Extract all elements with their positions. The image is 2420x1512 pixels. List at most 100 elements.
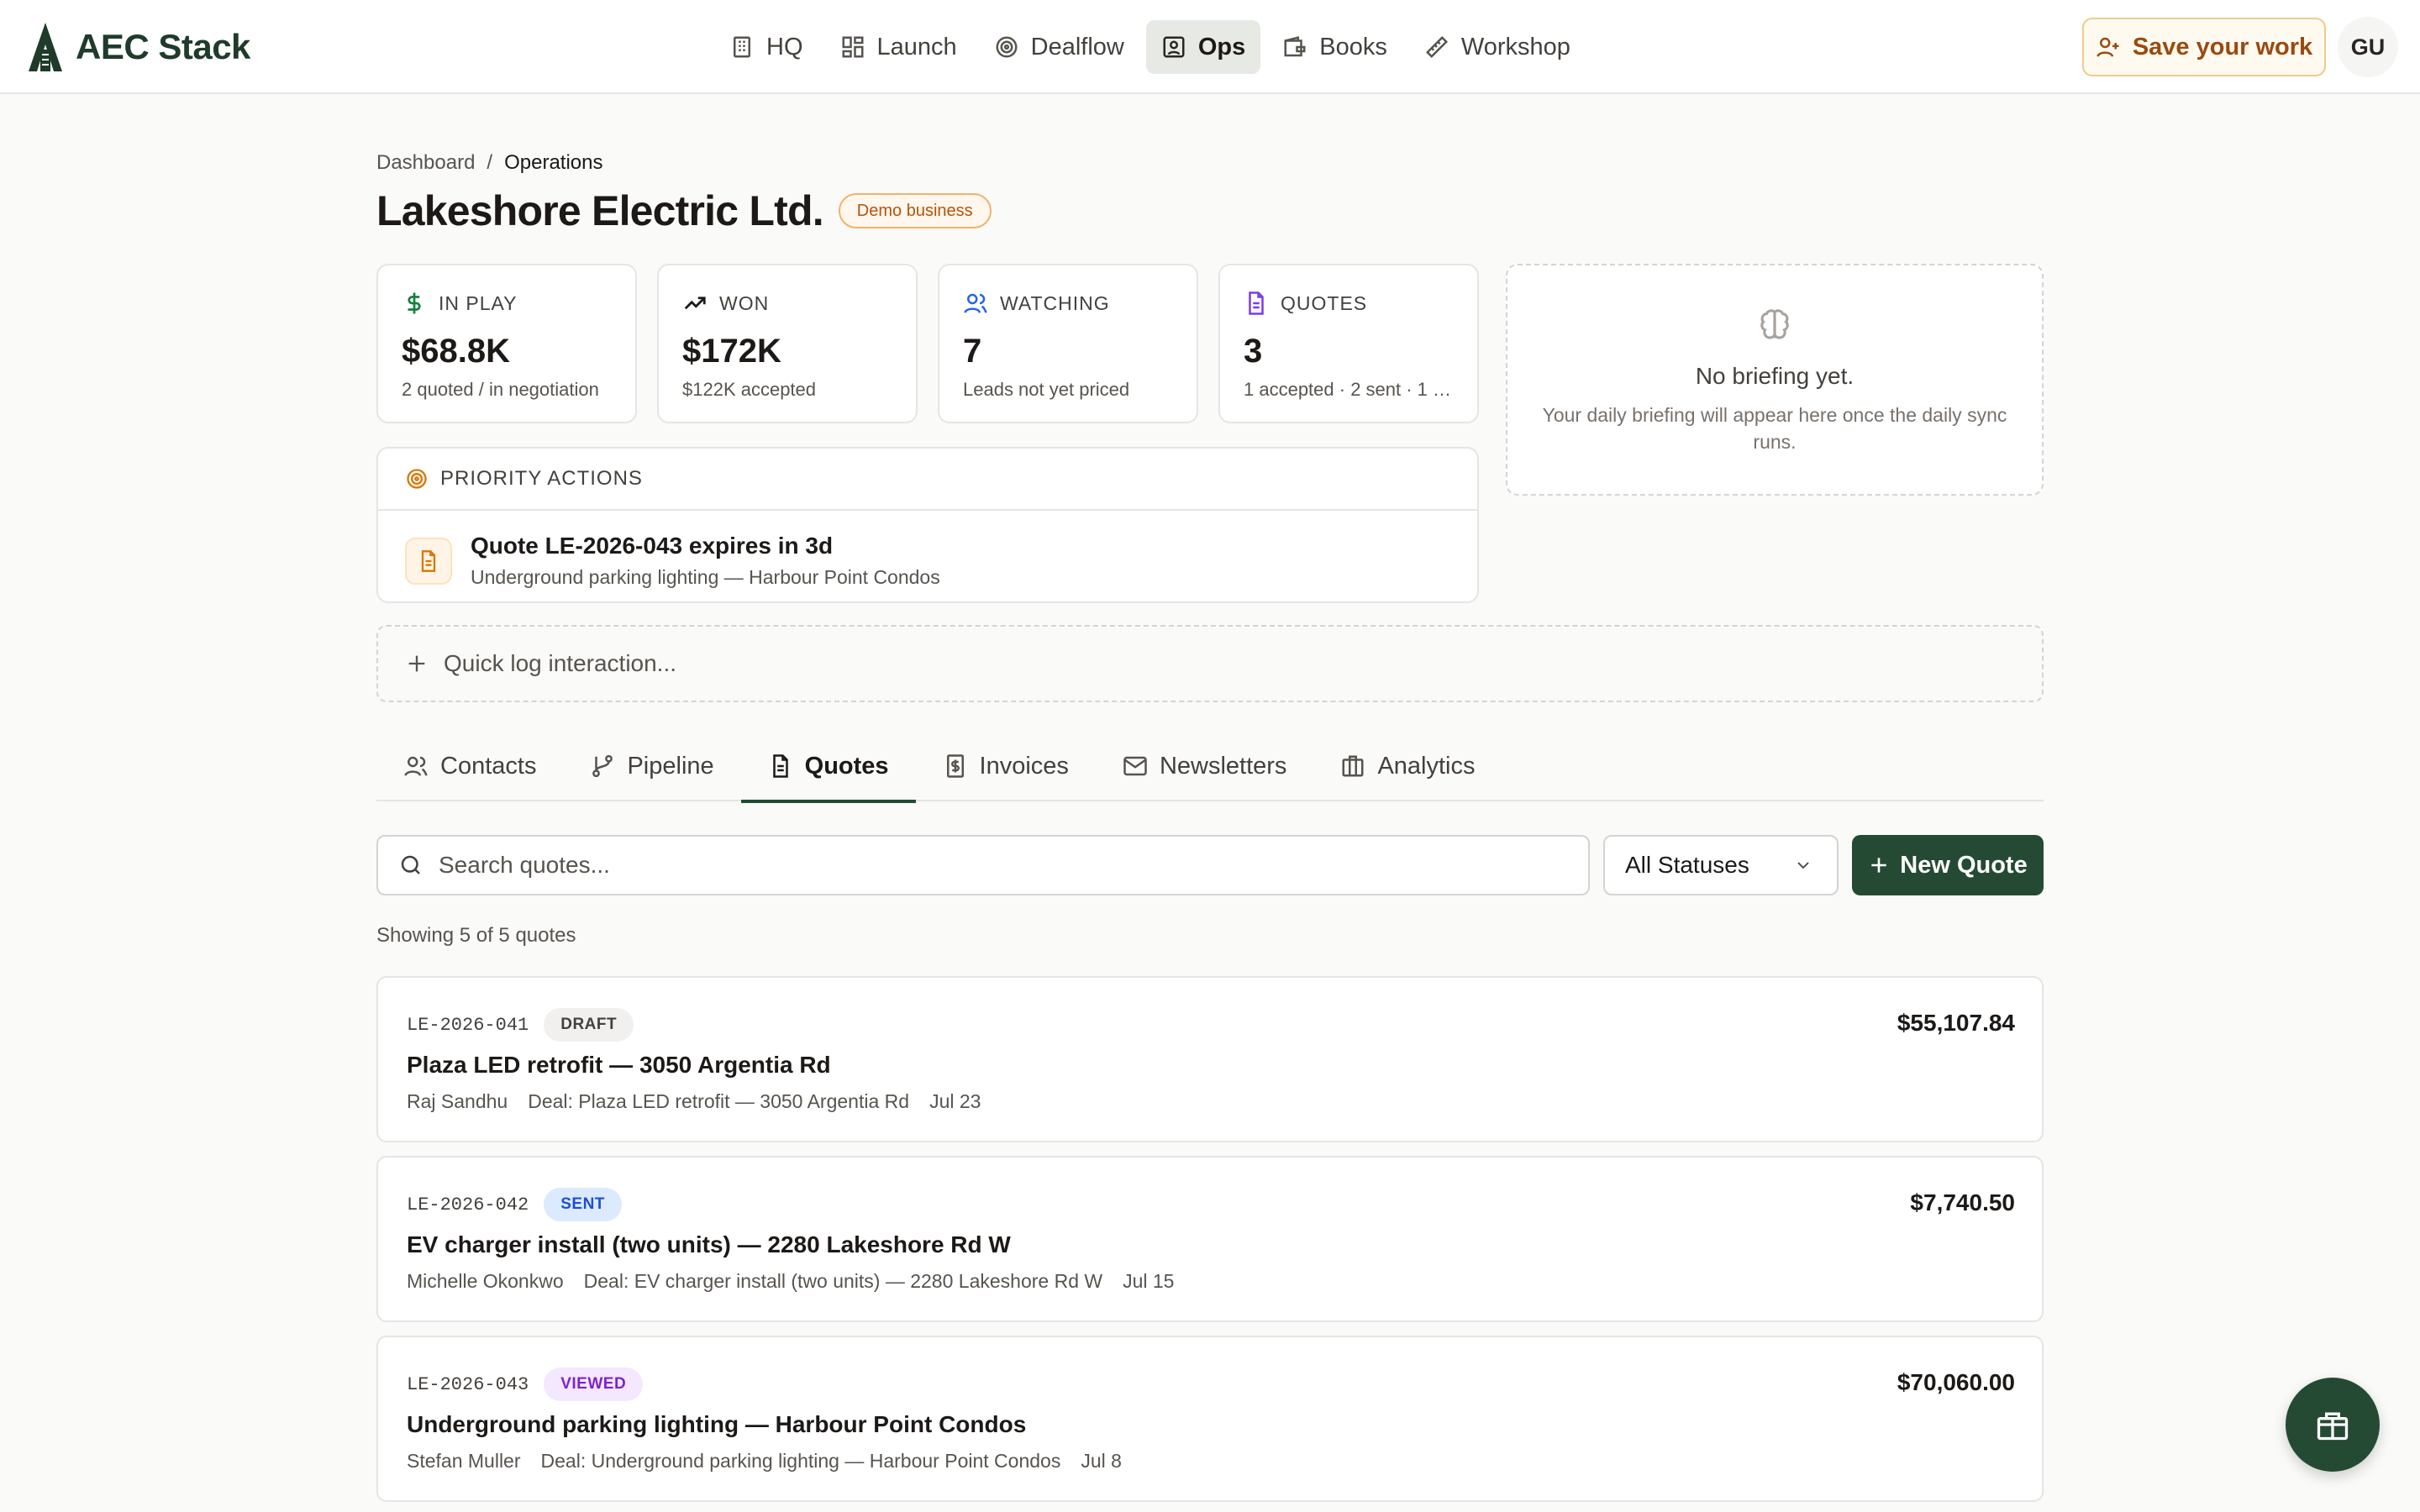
target-icon — [996, 36, 1018, 58]
priority-actions-panel: PRIORITY ACTIONS Quote LE-2026-043 expir… — [376, 447, 1479, 603]
quote-title: Plaza LED retrofit — 3050 Argentia Rd — [407, 1052, 831, 1078]
tab-invoices[interactable]: Invoices — [916, 731, 1096, 801]
quote-row[interactable]: LE-2026-041 DRAFT Plaza LED retrofit — 3… — [376, 976, 2044, 1142]
tab-pipeline[interactable]: Pipeline — [563, 731, 740, 801]
stat-sub: Leads not yet priced — [963, 379, 1130, 400]
quote-title: EV charger install (two units) — 2280 La… — [407, 1231, 1011, 1257]
breadcrumb-dashboard[interactable]: Dashboard — [376, 151, 475, 175]
stat-label: WATCHING — [1000, 291, 1110, 314]
quote-date: Jul 15 — [1123, 1270, 1175, 1292]
receipt-icon — [946, 754, 964, 778]
tab-label: Quotes — [804, 752, 889, 780]
search-input[interactable] — [439, 852, 1588, 879]
gift-fab-button[interactable] — [2286, 1378, 2380, 1472]
page-title-row: Lakeshore Electric Ltd. Demo business — [376, 186, 992, 235]
brain-icon — [1760, 309, 1789, 339]
quote-row[interactable]: LE-2026-043 VIEWED Underground parking l… — [376, 1336, 2044, 1502]
stat-value: $68.8K — [402, 333, 510, 370]
search-icon — [401, 855, 420, 874]
demo-business-badge: Demo business — [838, 193, 992, 228]
stat-value: 3 — [1244, 333, 1263, 370]
nav-item-dealflow[interactable]: Dealflow — [979, 20, 1139, 74]
new-quote-button[interactable]: New Quote — [1852, 835, 2044, 895]
avatar[interactable]: GU — [2338, 17, 2398, 77]
plus-icon — [408, 655, 425, 672]
document-icon — [772, 754, 788, 778]
tab-newsletters[interactable]: Newsletters — [1096, 731, 1314, 801]
quick-log-button[interactable]: Quick log interaction... — [376, 625, 2044, 702]
save-work-button[interactable]: Save your work — [2082, 18, 2326, 76]
grid-icon — [842, 36, 863, 58]
stat-label: WON — [719, 291, 770, 314]
quote-date: Jul 8 — [1081, 1450, 1122, 1472]
save-work-label: Save your work — [2132, 33, 2313, 60]
quote-id: LE-2026-041 — [407, 1014, 529, 1036]
search-quotes-field[interactable] — [376, 835, 1590, 895]
quote-deal: Deal: Plaza LED retrofit — 3050 Argentia… — [528, 1090, 910, 1112]
nav-item-launch[interactable]: Launch — [825, 20, 972, 74]
priority-action-subtitle: Underground parking lighting — Harbour P… — [471, 566, 940, 588]
nav-item-ops[interactable]: Ops — [1145, 20, 1261, 74]
stat-card-in-play[interactable]: IN PLAY $68.8K 2 quoted / in negotiation — [376, 264, 637, 423]
priority-actions-title: PRIORITY ACTIONS — [440, 467, 643, 490]
status-badge: DRAFT — [544, 1008, 634, 1042]
nav-item-label: Dealflow — [1030, 33, 1124, 60]
quote-date: Jul 23 — [929, 1090, 981, 1112]
briefing-title: No briefing yet. — [1695, 363, 1854, 389]
briefcase-icon — [1342, 755, 1364, 777]
nav-item-label: Workshop — [1460, 33, 1570, 60]
tab-label: Newsletters — [1159, 752, 1287, 780]
dollar-icon — [408, 292, 421, 314]
quote-amount: $55,107.84 — [1897, 1010, 2015, 1036]
building-icon — [734, 36, 750, 58]
tab-quotes[interactable]: Quotes — [740, 731, 916, 803]
stat-card-watching[interactable]: WATCHING 7 Leads not yet priced — [938, 264, 1198, 423]
nav-item-label: Books — [1319, 33, 1387, 60]
user-plus-icon — [2096, 37, 2119, 57]
ruler-icon — [1425, 35, 1448, 59]
stat-sub: 1 accepted · 2 sent · 1 d... — [1244, 379, 1454, 400]
breadcrumb-current: Operations — [504, 151, 603, 174]
priority-action-title: Quote LE-2026-043 expires in 3d — [471, 533, 834, 559]
status-filter-value: All Statuses — [1625, 852, 1749, 878]
quote-title: Underground parking lighting — Harbour P… — [407, 1411, 1027, 1437]
quote-id: LE-2026-043 — [407, 1373, 529, 1395]
results-count: Showing 5 of 5 quotes — [376, 924, 576, 947]
contact-icon — [1163, 36, 1185, 58]
users-icon — [404, 756, 428, 776]
tab-contacts[interactable]: Contacts — [376, 731, 563, 801]
nav-item-label: Launch — [876, 33, 957, 60]
priority-action-item[interactable]: Quote LE-2026-043 expires in 3d Undergro… — [378, 511, 1477, 601]
new-quote-label: New Quote — [1900, 851, 2028, 879]
mail-icon — [1123, 756, 1147, 776]
quote-deal: Deal: Underground parking lighting — Har… — [540, 1450, 1061, 1472]
target-icon — [407, 469, 427, 489]
stat-card-won[interactable]: WON $172K $122K accepted — [657, 264, 918, 423]
nav-item-label: HQ — [766, 33, 803, 60]
status-filter-select[interactable]: All Statuses — [1603, 835, 1839, 895]
nav-item-hq[interactable]: HQ — [714, 20, 818, 74]
stat-sub: $122K accepted — [682, 379, 817, 400]
main-nav: HQ Launch Dealflow Ops Books Workshop — [714, 20, 1586, 74]
brand-logo[interactable]: AEC Stack — [25, 20, 250, 74]
nav-item-books[interactable]: Books — [1267, 20, 1402, 74]
nav-item-workshop[interactable]: Workshop — [1409, 20, 1586, 74]
stat-label: IN PLAY — [439, 291, 518, 314]
users-icon — [964, 293, 987, 313]
stat-sub: 2 quoted / in negotiation — [402, 379, 599, 400]
document-icon — [1249, 291, 1264, 315]
tab-label: Contacts — [440, 752, 537, 780]
ops-tabs: Contacts Pipeline Quotes Invoices Newsle… — [376, 731, 2044, 803]
quote-contact: Stefan Muller — [407, 1450, 521, 1472]
quote-contact: Michelle Okonkwo — [407, 1270, 564, 1292]
gift-icon — [2317, 1412, 2349, 1441]
tab-label: Invoices — [979, 752, 1069, 780]
status-badge: SENT — [544, 1188, 622, 1221]
breadcrumb-separator: / — [487, 151, 493, 174]
tab-label: Analytics — [1377, 752, 1476, 780]
quote-row[interactable]: LE-2026-042 SENT EV charger install (two… — [376, 1156, 2044, 1322]
page-title: Lakeshore Electric Ltd. — [376, 187, 824, 234]
tab-analytics[interactable]: Analytics — [1313, 731, 1502, 801]
quote-amount: $7,740.50 — [1910, 1189, 2015, 1215]
stat-card-quotes[interactable]: QUOTES 3 1 accepted · 2 sent · 1 d... — [1218, 264, 1479, 423]
